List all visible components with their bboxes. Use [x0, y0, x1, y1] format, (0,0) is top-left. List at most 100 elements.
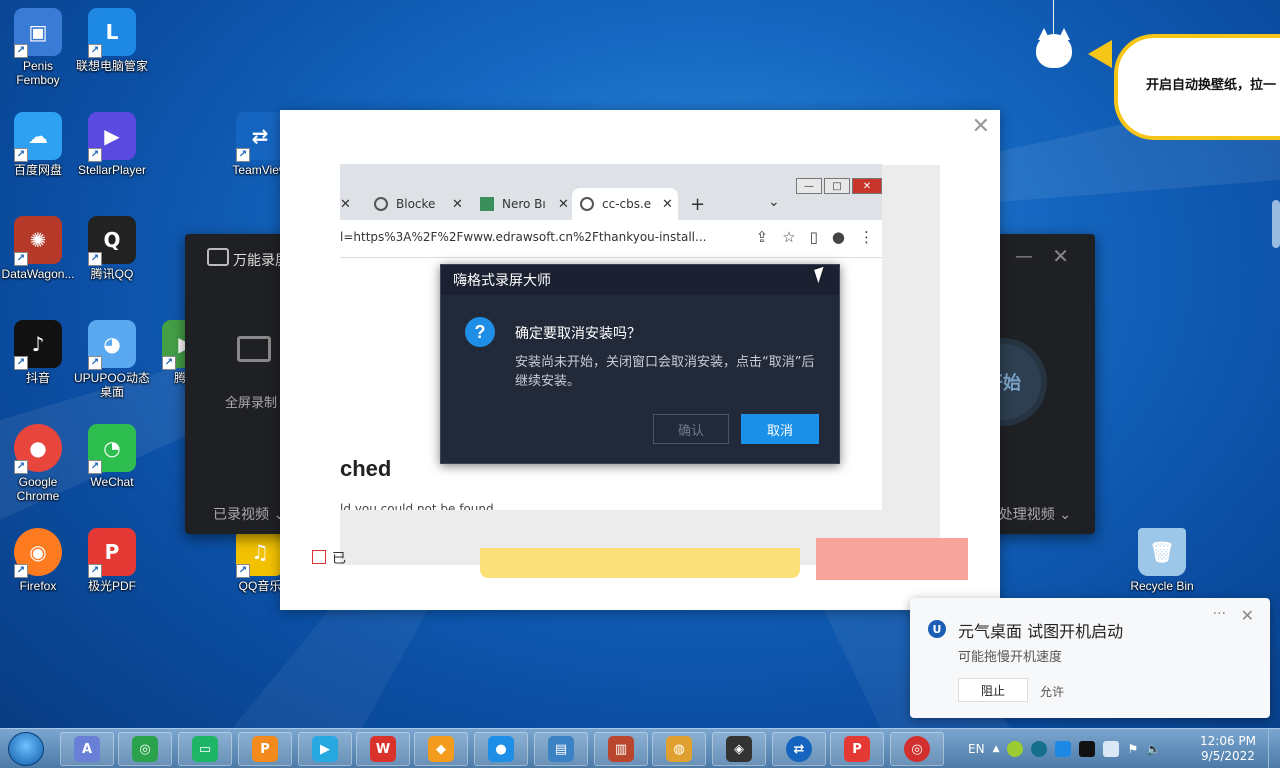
dialog-header: 嗨格式录屏大师: [441, 265, 839, 295]
taskbar-app-pdf[interactable]: P: [830, 732, 884, 766]
browser-window-controls: — □ ✕: [794, 178, 882, 194]
browser-maximize-button[interactable]: □: [824, 178, 850, 194]
bookmark-star-icon[interactable]: ☆: [782, 228, 795, 246]
app-360-icon: ◎: [132, 736, 158, 762]
recorder-close-button[interactable]: ✕: [1052, 244, 1069, 268]
cancel-button[interactable]: 取消: [741, 414, 819, 444]
taskbar-app-teamviewer[interactable]: ⇄: [772, 732, 826, 766]
fullscreen-record-label[interactable]: 全屏录制: [225, 392, 277, 411]
tray-app-icon[interactable]: [1031, 741, 1048, 757]
desktop-icon-qq[interactable]: Q ↗ 腾讯QQ: [74, 216, 150, 281]
block-button[interactable]: 阻止: [958, 678, 1028, 702]
more-options-icon[interactable]: ···: [1213, 606, 1226, 622]
tab-close-icon[interactable]: ✕: [662, 197, 673, 212]
taskbar-app-green[interactable]: ▭: [178, 732, 232, 766]
tray-expand-icon[interactable]: ▲: [993, 744, 1000, 754]
agree-checkbox[interactable]: [312, 550, 326, 564]
wallpaper-tip-bubble[interactable]: 开启自动换壁纸，拉一: [1114, 34, 1280, 140]
system-clock[interactable]: 12:06 PM 9/5/2022: [1196, 734, 1260, 764]
taskbar-app-pkg[interactable]: ▥: [594, 732, 648, 766]
installer-close-button[interactable]: ✕: [972, 114, 990, 139]
taskbar-app-wps[interactable]: W: [356, 732, 410, 766]
dialog-title: 确定要取消安装吗？: [515, 326, 641, 342]
desktop-icon-penis-femboy[interactable]: ▣ ↗ Penis Femboy: [0, 8, 76, 87]
desktop-icon-baidu-netdisk[interactable]: ☁ ↗ 百度网盘: [0, 112, 76, 177]
taskbar-app-recorder[interactable]: ●: [474, 732, 528, 766]
tab-close-icon[interactable]: ✕: [452, 197, 463, 212]
recorded-videos-button[interactable]: 已录视频 ⌄: [213, 504, 285, 524]
wechat-icon: ◔ ↗: [88, 424, 136, 474]
taskbar-app-360[interactable]: ◎: [118, 732, 172, 766]
installer-red-panel: [816, 538, 968, 580]
desktop-icon-lenovo-manager[interactable]: L ↗ 联想电脑管家: [74, 8, 150, 73]
nero-icon: [480, 197, 494, 211]
tab-partial[interactable]: ✕: [340, 188, 354, 220]
tray-tiktok-icon[interactable]: [1079, 741, 1096, 757]
tiktok-icon: ♪ ↗: [14, 320, 62, 370]
firefox-icon: ◉ ↗: [14, 528, 62, 578]
desktop-icon-jiguang-pdf[interactable]: P ↗ 极光PDF: [74, 528, 150, 593]
desktop-icon-chrome[interactable]: ● ↗ Google Chrome: [0, 424, 76, 503]
tab-search-button[interactable]: ⌄: [768, 194, 780, 210]
cancel-install-dialog: 嗨格式录屏大师 ? 确定要取消安装吗？ 安装尚未开始，关闭窗口会取消安装，点击“…: [440, 264, 840, 464]
taskbar-app-orange[interactable]: ◆: [414, 732, 468, 766]
tab-nero[interactable]: Nero Bı ✕: [472, 188, 576, 220]
tab-close-icon[interactable]: ✕: [558, 197, 569, 212]
desktop-icon-upupoo[interactable]: ◕ ↗ UPUPOO动态桌面: [74, 320, 150, 399]
globe-icon: [374, 197, 388, 211]
computer-icon: ▣ ↗: [14, 8, 62, 58]
desktop-icon-recycle-bin[interactable]: 🗑 Recycle Bin: [1124, 528, 1200, 593]
taskbar-app-dog[interactable]: ◍: [652, 732, 706, 766]
desktop-icon-douyin[interactable]: ♪ ↗ 抖音: [0, 320, 76, 385]
tray-lenovo-icon[interactable]: [1055, 741, 1072, 757]
profile-icon[interactable]: ●: [832, 228, 845, 246]
edge-handle[interactable]: [1272, 200, 1280, 248]
notification-close-button[interactable]: ✕: [1241, 606, 1254, 625]
taskbar-app-p[interactable]: P: [238, 732, 292, 766]
allow-button[interactable]: 允许: [1040, 683, 1064, 700]
start-button[interactable]: [8, 732, 44, 766]
process-videos-button[interactable]: 处理视频 ⌄: [999, 504, 1071, 524]
taskbar-app-cube[interactable]: ◈: [712, 732, 766, 766]
page-heading: ched: [340, 456, 392, 481]
cube-icon: ◈: [726, 736, 752, 762]
tray-network-icon[interactable]: [1103, 741, 1120, 757]
tray-app-icon[interactable]: [1007, 741, 1024, 757]
confirm-button[interactable]: 确认: [653, 414, 729, 444]
desktop-icon-firefox[interactable]: ◉ ↗ Firefox: [0, 528, 76, 593]
taskbar-app-a[interactable]: A: [60, 732, 114, 766]
show-desktop-button[interactable]: [1268, 729, 1280, 768]
kebab-menu-icon[interactable]: ⋮: [859, 228, 874, 246]
camera-icon: [207, 248, 229, 266]
desktop-icon-wechat[interactable]: ◔ ↗ WeChat: [74, 424, 150, 489]
flag-icon[interactable]: ⚑: [1127, 742, 1138, 756]
browser-close-button[interactable]: ✕: [852, 178, 882, 194]
desktop-icon-stellarplayer[interactable]: ▶ ↗ StellarPlayer: [74, 112, 150, 177]
share-icon[interactable]: ⇪: [756, 228, 769, 246]
taskbar-app-box[interactable]: ▤: [534, 732, 588, 766]
system-tray: EN ▲ ⚑ 🔈: [968, 729, 1161, 768]
new-tab-button[interactable]: +: [690, 194, 705, 215]
install-button[interactable]: [480, 548, 800, 578]
netease-music-icon: ◎: [904, 736, 930, 762]
taskbar-app-netease[interactable]: ◎: [890, 732, 944, 766]
side-panel-icon[interactable]: ▯: [810, 228, 818, 246]
tab-blocked[interactable]: Blocke ✕: [366, 188, 470, 220]
app-a-icon: A: [74, 736, 100, 762]
monitor-icon[interactable]: [237, 336, 271, 362]
browser-minimize-button[interactable]: —: [796, 178, 822, 194]
upupoo-icon: ◕ ↗: [88, 320, 136, 370]
recorder-minimize-button[interactable]: —: [1015, 246, 1033, 267]
address-bar[interactable]: l=https%3A%2F%2Fwww.edrawsoft.cn%2Fthank…: [340, 220, 882, 258]
desktop-icon-datawagon[interactable]: ✺ ↗ DataWagon...: [0, 216, 76, 281]
play-icon: ▶ ↗: [88, 112, 136, 162]
url-text[interactable]: l=https%3A%2F%2Fwww.edrawsoft.cn%2Fthank…: [340, 230, 720, 244]
tab-cc-cbs[interactable]: cc-cbs.e ✕: [572, 188, 678, 220]
pdf-icon: P: [844, 736, 870, 762]
tab-close-icon[interactable]: ✕: [340, 197, 351, 212]
taskbar-app-player[interactable]: ▶: [298, 732, 352, 766]
cat-mascot-icon[interactable]: [1036, 28, 1072, 68]
language-indicator[interactable]: EN: [968, 742, 985, 756]
volume-icon[interactable]: 🔈: [1146, 742, 1161, 756]
music-icon: ♫ ↗: [236, 528, 284, 578]
